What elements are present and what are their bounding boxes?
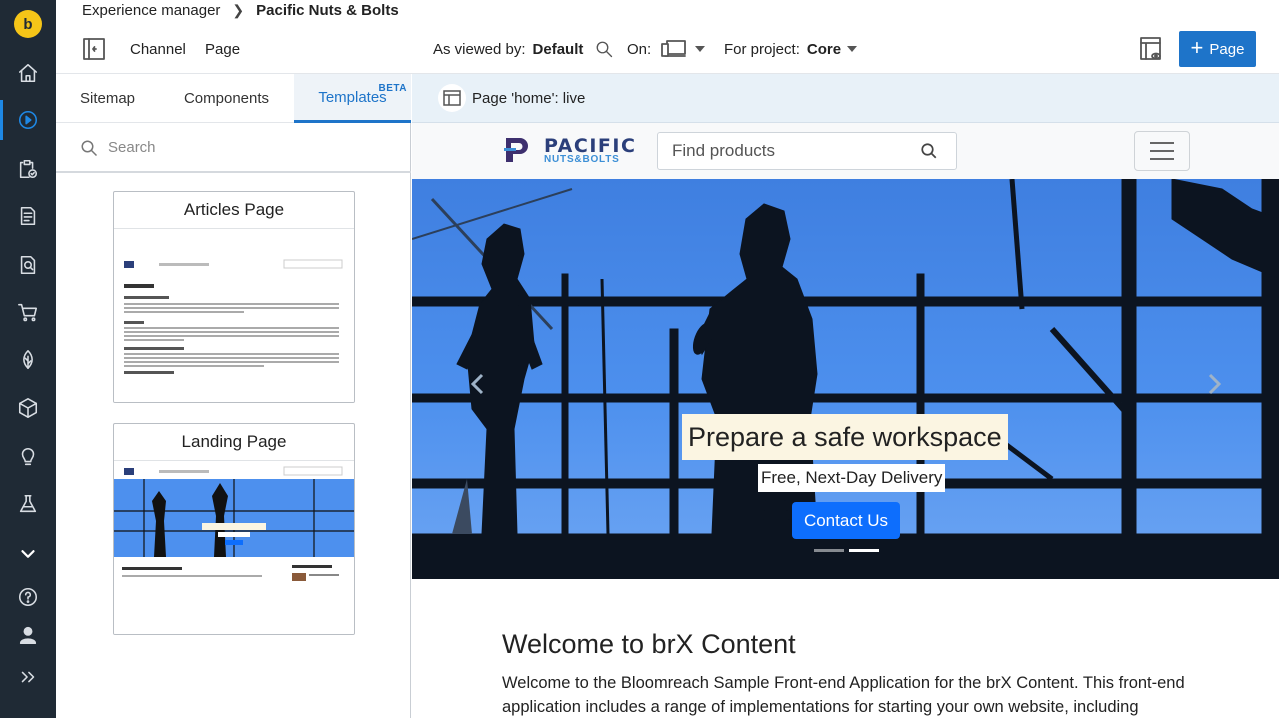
hero-carousel: Prepare a safe workspace Free, Next-Day … [412,179,1279,579]
cube-icon[interactable] [0,388,56,428]
preview-page-icon[interactable] [1139,24,1163,74]
caret-down-icon [847,46,858,52]
search-icon [596,41,613,58]
user-icon[interactable] [0,615,56,655]
breadcrumb-current: Pacific Nuts & Bolts [256,1,399,19]
beta-badge: BETA [378,83,407,94]
welcome-heading: Welcome to brX Content [502,629,796,659]
product-search-input[interactable] [670,140,920,162]
carousel-indicator-active[interactable] [849,549,879,552]
tab-templates-label: Templates [318,88,387,106]
site-brand-logo[interactable]: PACIFIC NUTS&BOLTS [502,134,642,166]
page-layout-icon[interactable] [438,84,466,112]
lightbulb-icon[interactable] [0,437,56,477]
template-title: Articles Page [114,192,354,229]
project-value: Core [806,40,842,58]
page-status-text: Page 'home': live [472,89,586,107]
tab-components[interactable]: Components [169,74,284,123]
side-panel: Sitemap Components Templates BETA Articl… [56,74,411,718]
product-search [657,132,957,170]
brand-mark-icon [504,138,528,162]
content-icon[interactable] [0,196,56,236]
tab-templates[interactable]: Templates BETA [294,74,411,123]
add-page-button[interactable]: + Page [1179,31,1256,67]
page-preview: Page 'home': live PACIFIC NUTS&BOLTS Fin… [412,74,1279,718]
hamburger-menu-icon[interactable] [1134,131,1190,171]
flask-icon[interactable] [0,484,56,524]
breadcrumb-root[interactable]: Experience manager [82,2,220,19]
articles-thumbnail [114,229,354,402]
page-status-bar: Page 'home': live [412,74,1279,123]
carousel-next-icon[interactable] [1200,369,1230,399]
search-icon[interactable] [920,142,938,160]
project-label: For project: [724,40,800,58]
page-tab[interactable]: Page [205,24,240,74]
viewed-by-selector[interactable]: As viewed by: Default [433,24,613,74]
projects-icon[interactable] [0,149,56,189]
template-card-articles[interactable]: Articles Page [113,191,355,403]
search-icon [81,140,98,156]
project-selector[interactable]: For project: Core [724,24,858,74]
home-icon[interactable] [0,53,56,93]
on-label: On: [627,40,652,58]
carousel-prev-icon[interactable] [462,369,492,399]
document-search-icon[interactable] [0,245,56,285]
expand-nav-icon[interactable] [0,657,56,697]
help-icon[interactable] [0,577,56,617]
panel-tabs: Sitemap Components Templates BETA [56,74,411,123]
bloomreach-logo[interactable]: b [14,10,42,38]
template-title: Landing Page [114,424,354,461]
left-nav: b [0,0,56,718]
add-page-label: Page [1209,40,1245,58]
hero-title: Prepare a safe workspace [682,414,1008,460]
site-navbar: PACIFIC NUTS&BOLTS [412,123,1279,179]
template-search [56,124,411,173]
landing-thumbnail [114,461,354,634]
cart-icon[interactable] [0,292,56,332]
hero-subtitle: Free, Next-Day Delivery [758,464,946,492]
chevron-right-icon: ❯ [232,1,245,18]
toolbar: Channel Page As viewed by: Default On: F… [56,24,1279,74]
breadcrumb: Experience manager ❯ Pacific Nuts & Bolt… [82,0,399,20]
toggle-panel-icon[interactable] [82,24,106,74]
device-selector[interactable]: On: [627,24,706,74]
welcome-body: Welcome to the Bloomreach Sample Front-e… [502,674,1185,716]
leaf-icon[interactable] [0,340,56,380]
brand-sub: NUTS&BOLTS [544,154,620,165]
collapse-chevron-icon[interactable] [0,534,56,574]
viewed-by-label: As viewed by: [433,40,526,58]
tab-sitemap[interactable]: Sitemap [56,74,159,123]
plus-icon: + [1190,35,1204,60]
contact-us-button[interactable]: Contact Us [792,502,900,539]
devices-icon [661,40,687,57]
template-search-input[interactable] [106,138,356,157]
carousel-indicator[interactable] [814,549,844,552]
channel-tab[interactable]: Channel [130,24,186,74]
template-card-landing[interactable]: Landing Page [113,423,355,635]
experience-manager-icon[interactable] [0,100,56,140]
viewed-by-value: Default [532,40,584,58]
caret-down-icon [695,46,706,52]
